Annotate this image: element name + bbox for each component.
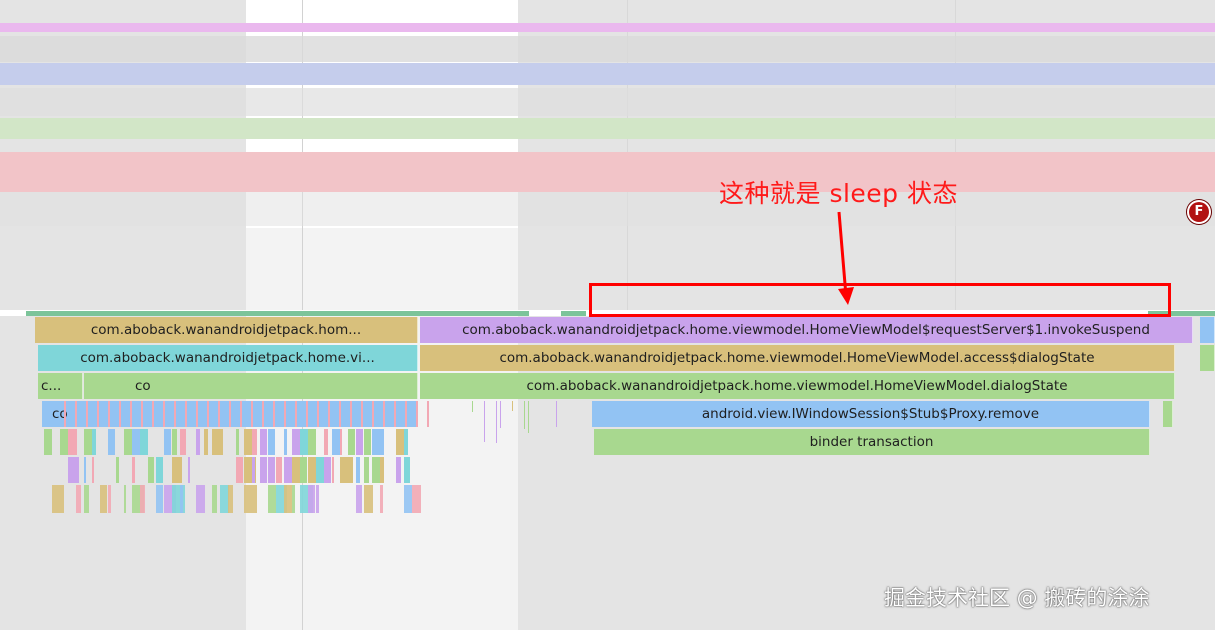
annotation-arrow — [837, 211, 854, 305]
watermark: 掘金技术社区 @ 搬砖的涂涂 — [884, 586, 1150, 610]
flow-marker-icon[interactable]: F — [1187, 200, 1211, 224]
